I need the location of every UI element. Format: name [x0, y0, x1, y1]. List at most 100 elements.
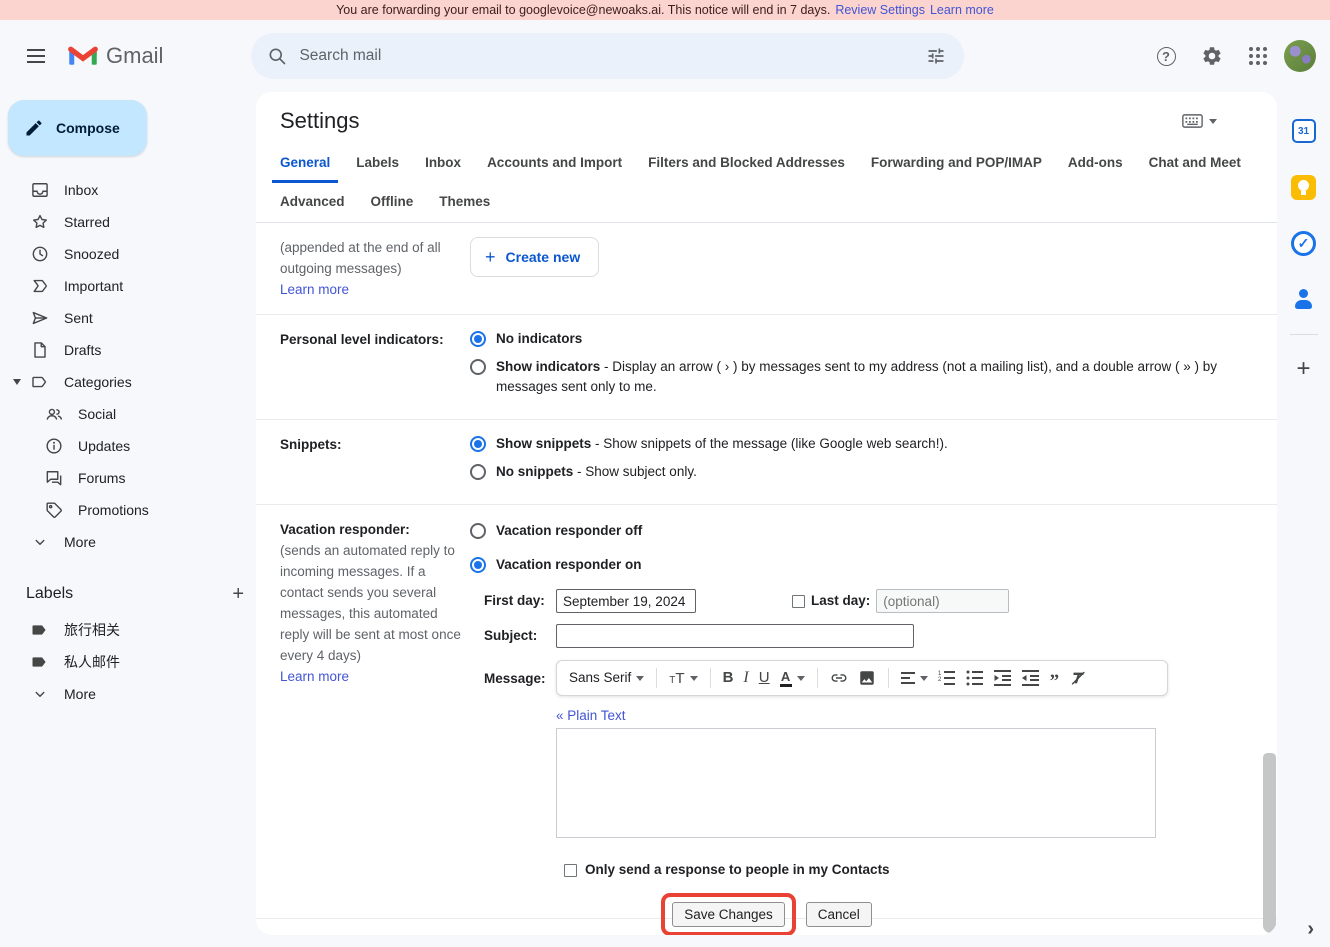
tab-advanced[interactable]: Advanced	[272, 183, 353, 222]
get-add-ons-button[interactable]: +	[1296, 357, 1310, 381]
create-new-signature-button[interactable]: + Create new	[470, 237, 599, 277]
bulleted-list-button[interactable]	[962, 670, 988, 686]
rail-divider	[1290, 334, 1318, 335]
last-day-group: Last day:	[792, 589, 1009, 613]
sidebar-item-snoozed[interactable]: Snoozed	[0, 238, 256, 270]
help-icon: ?	[1157, 47, 1176, 66]
remove-formatting-button[interactable]	[1065, 669, 1091, 687]
sidebar-item-drafts[interactable]: Drafts	[0, 334, 256, 366]
subject-input[interactable]	[556, 624, 914, 648]
tab-general[interactable]: General	[272, 144, 338, 183]
font-family-select[interactable]: Sans Serif	[565, 668, 648, 688]
first-day-row: First day: Last day:	[484, 589, 1229, 613]
last-day-label: Last day:	[811, 591, 870, 611]
vacation-learn-more-link[interactable]: Learn more	[280, 669, 349, 684]
contacts-app-button[interactable]	[1291, 286, 1317, 312]
no-indicators-radio[interactable]	[470, 331, 486, 347]
save-changes-button[interactable]: Save Changes	[672, 902, 785, 927]
tab-add-ons[interactable]: Add-ons	[1060, 144, 1131, 183]
sidebar-item-social[interactable]: Social	[0, 398, 256, 430]
tab-chat-meet[interactable]: Chat and Meet	[1141, 144, 1249, 183]
sidebar-item-more[interactable]: More	[0, 526, 256, 558]
font-size-button[interactable]: TT	[665, 671, 701, 686]
quote-icon: ”	[1050, 668, 1060, 687]
vertical-scrollbar[interactable]	[1263, 753, 1276, 933]
add-label-button[interactable]: +	[232, 584, 244, 604]
sidebar-item-promotions[interactable]: Promotions	[0, 494, 256, 526]
sidebar-labels-more[interactable]: More	[0, 678, 256, 710]
plain-text-toggle-link[interactable]: « Plain Text	[556, 708, 626, 723]
people-icon	[44, 404, 64, 424]
sidebar-item-updates[interactable]: Updates	[0, 430, 256, 462]
insert-link-button[interactable]	[826, 669, 852, 687]
vacation-message-textarea[interactable]	[556, 728, 1156, 838]
sidebar-item-categories[interactable]: Categories	[0, 366, 256, 398]
insert-image-button[interactable]	[854, 669, 880, 687]
tab-offline[interactable]: Offline	[363, 183, 422, 222]
vacation-off-radio[interactable]	[470, 523, 486, 539]
account-avatar[interactable]	[1284, 40, 1316, 72]
indent-less-button[interactable]	[990, 670, 1016, 686]
numbered-list-button[interactable]: 12	[934, 670, 960, 686]
calendar-app-button[interactable]: 31	[1291, 118, 1317, 144]
keep-icon	[1291, 175, 1316, 200]
subject-row: Subject:	[484, 624, 1229, 648]
option-no-snippets: No snippets - Show subject only.	[470, 462, 1229, 482]
dropdown-caret-icon	[1209, 119, 1217, 124]
search-bar[interactable]	[251, 33, 964, 79]
keep-app-button[interactable]	[1291, 174, 1317, 200]
tasks-app-button[interactable]: ✓	[1291, 230, 1317, 256]
search-options-icon[interactable]	[916, 36, 956, 76]
option-show-indicators: Show indicators - Display an arrow ( › )…	[470, 357, 1229, 397]
show-snippets-radio[interactable]	[470, 436, 486, 452]
option-vacation-off: Vacation responder off	[470, 521, 1229, 541]
input-tools-picker[interactable]	[1182, 113, 1217, 129]
text-color-button[interactable]: A	[776, 670, 809, 687]
settings-gear-button[interactable]	[1192, 36, 1232, 76]
contacts-only-option: Only send a response to people in my Con…	[564, 860, 1229, 880]
link-icon	[830, 669, 848, 687]
no-snippets-radio[interactable]	[470, 464, 486, 480]
align-button[interactable]	[897, 672, 932, 684]
tab-forwarding-pop-imap[interactable]: Forwarding and POP/IMAP	[863, 144, 1050, 183]
clock-icon	[30, 244, 50, 264]
review-settings-link[interactable]: Review Settings	[835, 3, 925, 17]
first-day-input[interactable]	[556, 589, 696, 613]
collapse-side-panel-button[interactable]: ›	[1307, 918, 1314, 941]
clear-format-icon	[1069, 669, 1087, 687]
tab-labels[interactable]: Labels	[348, 144, 407, 183]
compose-button[interactable]: Compose	[8, 100, 147, 156]
underline-button[interactable]: U	[755, 668, 774, 688]
contacts-only-checkbox[interactable]	[564, 864, 577, 877]
sidebar-item-sent[interactable]: Sent	[0, 302, 256, 334]
tab-filters-blocked[interactable]: Filters and Blocked Addresses	[640, 144, 853, 183]
bold-button[interactable]: B	[719, 668, 738, 688]
tab-accounts-import[interactable]: Accounts and Import	[479, 144, 630, 183]
sidebar-item-starred[interactable]: Starred	[0, 206, 256, 238]
vacation-on-radio[interactable]	[470, 557, 486, 573]
sidebar-item-important[interactable]: Important	[0, 270, 256, 302]
search-icon[interactable]	[267, 46, 287, 66]
last-day-checkbox[interactable]	[792, 595, 805, 608]
google-apps-button[interactable]	[1238, 36, 1278, 76]
quote-button[interactable]: ”	[1046, 668, 1064, 687]
sidebar-label-private[interactable]: 私人邮件	[0, 646, 256, 678]
tab-themes[interactable]: Themes	[431, 183, 498, 222]
main-menu-icon[interactable]	[12, 32, 60, 80]
support-button[interactable]: ?	[1146, 36, 1186, 76]
last-day-input[interactable]	[876, 589, 1009, 613]
dropdown-caret-icon	[636, 676, 644, 681]
indent-more-button[interactable]	[1018, 670, 1044, 686]
tab-inbox[interactable]: Inbox	[417, 144, 469, 183]
option-vacation-on: Vacation responder on	[470, 555, 1229, 575]
sidebar-label-travel[interactable]: 旅行相关	[0, 614, 256, 646]
sidebar-item-inbox[interactable]: Inbox	[0, 174, 256, 206]
show-indicators-radio[interactable]	[470, 359, 486, 375]
signature-learn-more-link[interactable]: Learn more	[280, 282, 349, 297]
search-input[interactable]	[299, 47, 916, 65]
sidebar-item-forums[interactable]: Forums	[0, 462, 256, 494]
collapse-arrow-icon[interactable]	[13, 379, 21, 385]
cancel-button[interactable]: Cancel	[806, 902, 872, 927]
italic-button[interactable]: I	[739, 668, 752, 688]
learn-more-link[interactable]: Learn more	[930, 3, 994, 17]
